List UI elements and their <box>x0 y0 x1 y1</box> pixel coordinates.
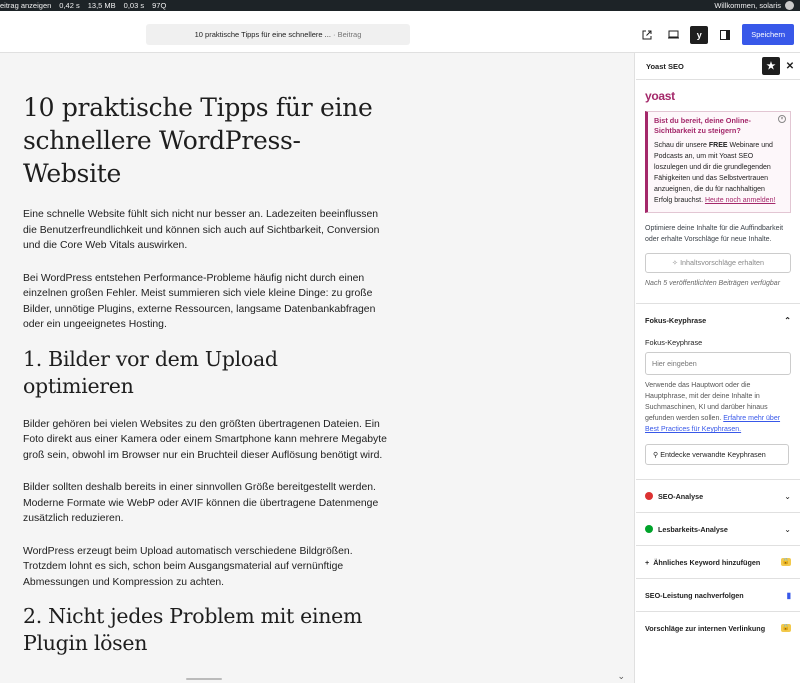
internal-links-row[interactable]: Vorschläge zur internen Verlinkung 🔒 <box>636 611 800 644</box>
load-time: 0,42 s <box>59 1 80 10</box>
desktop-preview-icon[interactable] <box>664 26 682 44</box>
query-count: 97Q <box>152 1 167 10</box>
yoast-sidebar: Yoast SEO ★ ✕ yoast × Bist du bereit, de… <box>636 53 800 683</box>
paragraph[interactable]: Eine schnelle Website fühlt sich nicht n… <box>23 207 388 254</box>
row-label: Ähnliches Keyword hinzufügen <box>653 557 761 567</box>
bar-chart-icon: ▮ <box>786 590 791 600</box>
close-icon[interactable]: × <box>778 115 786 123</box>
sidebar-title: Yoast SEO <box>646 61 684 71</box>
heading[interactable]: 2. Nicht jedes Problem mit einem Plugin … <box>23 603 388 657</box>
plus-icon: + <box>645 557 650 567</box>
paragraph[interactable]: Bilder sollten deshalb bereits in einer … <box>23 480 388 527</box>
section-title: Fokus-Keyphrase <box>645 316 707 325</box>
scroll-handle[interactable] <box>186 678 222 680</box>
content-suggestions-button[interactable]: ✧ Inhaltsvorschläge erhalten <box>645 253 791 273</box>
promo-bold: FREE <box>708 142 728 149</box>
admin-bar: eitrag anzeigen 0,42 s 13,5 MB 0,03 s 97… <box>0 0 800 11</box>
related-keyphrases-button[interactable]: ⚲ Entdecke verwandte Keyphrasen <box>645 444 789 465</box>
memory-usage: 13,5 MB <box>87 1 116 10</box>
focus-keyphrase-header[interactable]: Fokus-Keyphrase ⌃ <box>636 304 800 337</box>
chevron-down-icon[interactable]: ⌄ <box>784 525 791 534</box>
promo-text: Schau dir unsere <box>654 142 709 149</box>
promo-link[interactable]: Heute noch anmelden! <box>705 197 775 204</box>
sidebar-header: Yoast SEO ★ ✕ <box>636 53 800 80</box>
heading[interactable]: 1. Bilder vor dem Upload optimieren <box>23 346 388 400</box>
seo-analysis-row[interactable]: SEO-Analyse ⌄ <box>636 479 800 512</box>
paragraph[interactable]: Bilder gehören bei vielen Websites zu de… <box>23 417 388 464</box>
greeting[interactable]: Willkommen, solaris <box>714 0 781 11</box>
focus-help: Verwende das Hauptwort oder die Hauptphr… <box>645 380 791 435</box>
readability-row[interactable]: Lesbarkeits-Analyse ⌄ <box>636 512 800 545</box>
view-post-link[interactable]: eitrag anzeigen <box>0 0 51 11</box>
chevron-down-icon[interactable]: ⌄ <box>784 492 791 501</box>
row-label: SEO-Leistung nachverfolgen <box>645 590 744 600</box>
promo-body: Schau dir unsere FREE Webinare und Podca… <box>654 140 784 206</box>
focus-keyphrase-label: Fokus-Keyphrase <box>645 338 703 347</box>
chevron-down-icon[interactable]: ⌄ <box>617 671 625 682</box>
external-link-icon[interactable] <box>638 26 656 44</box>
similar-keyword-row[interactable]: + Ähnliches Keyword hinzufügen 🔒 <box>636 545 800 578</box>
row-label: SEO-Analyse <box>658 491 704 501</box>
document-type: · Beitrag <box>333 30 362 39</box>
sad-face-icon <box>645 492 653 500</box>
document-title: 10 praktische Tipps für eine schnellere … <box>194 30 331 39</box>
button-label: Inhaltsvorschläge erhalten <box>680 258 764 267</box>
document-title-bar[interactable]: 10 praktische Tipps für eine schnellere … <box>146 24 410 45</box>
post-content[interactable]: 10 praktische Tipps für eine schnellere … <box>23 91 388 657</box>
post-title[interactable]: 10 praktische Tipps für eine schnellere … <box>23 91 388 190</box>
posts-note: Nach 5 veröffentlichten Beiträgen verfüg… <box>645 280 781 287</box>
star-icon[interactable]: ★ <box>762 57 780 75</box>
chevron-up-icon[interactable]: ⌃ <box>784 316 791 325</box>
webinar-promo: × Bist du bereit, deine Online-Sichtbark… <box>645 111 791 213</box>
editor-canvas[interactable]: 10 praktische Tipps für eine schnellere … <box>0 53 635 683</box>
close-icon[interactable]: ✕ <box>780 61 800 72</box>
editor-toolbar: 10 praktische Tipps für eine schnellere … <box>0 11 800 53</box>
lock-icon: 🔒 <box>781 558 791 566</box>
yoast-logo: yoast <box>645 89 675 103</box>
paragraph[interactable]: WordPress erzeugt beim Upload automatisc… <box>23 544 388 591</box>
smiley-icon <box>645 525 653 533</box>
promo-heading: Bist du bereit, deine Online-Sichtbarkei… <box>654 116 751 135</box>
row-label: Lesbarkeits-Analyse <box>658 524 728 534</box>
paragraph[interactable]: Bei WordPress entstehen Performance-Prob… <box>23 271 388 333</box>
seo-tracking-row[interactable]: SEO-Leistung nachverfolgen ▮ <box>636 578 800 611</box>
row-label: Vorschläge zur internen Verlinkung <box>645 623 766 633</box>
save-button[interactable]: Speichern <box>742 24 794 45</box>
promo-text: Webinare und Podcasts an, um mit Yoast S… <box>654 142 773 204</box>
query-time: 0,03 s <box>123 1 145 10</box>
focus-keyphrase-input[interactable]: Hier eingeben <box>645 352 791 375</box>
button-label: Entdecke verwandte Keyphrasen <box>660 450 766 459</box>
sidebar-toggle-icon[interactable] <box>716 26 734 44</box>
avatar[interactable] <box>785 1 794 10</box>
sparkle-icon: ✧ <box>672 258 681 267</box>
optimize-text: Optimiere deine Inhalte für die Auffindb… <box>645 225 784 243</box>
yoast-icon[interactable]: y <box>690 25 709 44</box>
lock-icon: 🔒 <box>781 624 791 632</box>
